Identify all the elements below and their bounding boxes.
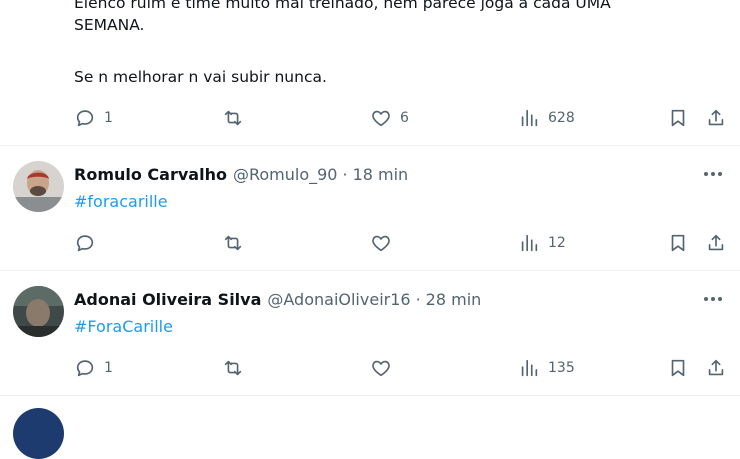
reply-button[interactable]: 1 [74, 103, 113, 133]
bookmark-icon [671, 109, 685, 127]
user-name[interactable]: Adonai Oliveira Silva [74, 290, 261, 309]
heart-icon [372, 360, 390, 377]
share-icon [708, 359, 724, 376]
heart-icon [372, 235, 390, 252]
tweet-1-text: Elenco ruim e time muito mal treinado, n… [74, 0, 611, 34]
reply-icon [76, 360, 94, 377]
tweet-1-text-line2: Se n melhorar n vai subir nunca. [74, 68, 327, 86]
views-icon [521, 234, 538, 252]
share-button[interactable] [705, 103, 727, 133]
retweet-button[interactable] [222, 353, 244, 383]
retweet-button[interactable] [222, 103, 244, 133]
share-button[interactable] [705, 228, 727, 258]
views-count: 135 [548, 360, 575, 376]
dot [704, 297, 708, 301]
dot [711, 297, 715, 301]
tweet-2-header: Romulo Carvalho @Romulo_90 · 18 min [74, 163, 408, 185]
views-button[interactable]: 135 [518, 353, 575, 383]
separator: · [342, 164, 348, 184]
bookmark-icon [671, 359, 685, 377]
tweet-3-header: Adonai Oliveira Silva @AdonaiOliveir16 ·… [74, 288, 481, 310]
hashtag-link[interactable]: #foracarille [74, 192, 168, 211]
views-count: 628 [548, 110, 575, 126]
timestamp[interactable]: 28 min [426, 290, 482, 309]
timestamp[interactable]: 18 min [353, 165, 409, 184]
dot [718, 172, 722, 176]
divider [0, 145, 740, 146]
bookmark-button[interactable] [667, 353, 689, 383]
like-button[interactable] [370, 228, 392, 258]
heart-icon [372, 110, 390, 127]
user-handle[interactable]: @AdonaiOliveir16 [267, 290, 410, 309]
views-button[interactable]: 12 [518, 228, 566, 258]
user-handle[interactable]: @Romulo_90 [233, 165, 338, 184]
dot [718, 297, 722, 301]
retweet-icon [224, 360, 242, 376]
share-button[interactable] [705, 353, 727, 383]
reply-count: 1 [104, 110, 113, 126]
share-icon [708, 234, 724, 251]
views-button[interactable]: 628 [518, 103, 575, 133]
dot [711, 172, 715, 176]
avatar[interactable] [13, 161, 64, 212]
reply-icon [76, 235, 94, 252]
more-options-button[interactable] [702, 288, 724, 310]
reply-button[interactable]: 1 [74, 353, 113, 383]
views-icon [521, 359, 538, 377]
dot [704, 172, 708, 176]
hashtag-link[interactable]: #ForaCarille [74, 317, 173, 336]
views-icon [521, 109, 538, 127]
views-count: 12 [548, 235, 566, 251]
tweet-2-actions: 12 [0, 228, 740, 258]
tweet-1-actions: 1 6 628 [0, 103, 740, 133]
more-options-button[interactable] [702, 163, 724, 185]
bookmark-icon [671, 234, 685, 252]
reply-button[interactable] [74, 228, 96, 258]
bookmark-button[interactable] [667, 228, 689, 258]
like-button[interactable]: 6 [370, 103, 409, 133]
user-name[interactable]: Romulo Carvalho [74, 165, 227, 184]
separator: · [415, 289, 421, 309]
divider [0, 395, 740, 396]
bookmark-button[interactable] [667, 103, 689, 133]
retweet-button[interactable] [222, 228, 244, 258]
like-count: 6 [400, 110, 409, 126]
share-icon [708, 109, 724, 126]
like-button[interactable] [370, 353, 392, 383]
divider [0, 270, 740, 271]
reply-count: 1 [104, 360, 113, 376]
reply-icon [76, 110, 94, 127]
avatar[interactable] [13, 286, 64, 337]
retweet-icon [224, 235, 242, 251]
tweet-3-actions: 1 135 [0, 353, 740, 383]
retweet-icon [224, 110, 242, 126]
